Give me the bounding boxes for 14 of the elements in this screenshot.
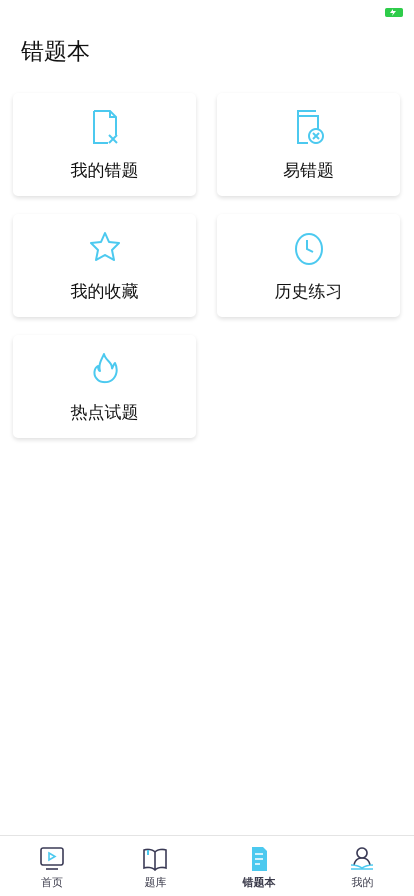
video-screen-icon <box>38 846 65 872</box>
book-icon <box>142 846 168 872</box>
battery-icon <box>385 8 403 17</box>
tab-bar-item[interactable]: 题库 <box>104 836 207 896</box>
person-reading-icon <box>349 846 376 872</box>
category-card[interactable]: 历史练习 <box>217 214 400 317</box>
category-card[interactable]: 我的收藏 <box>13 214 196 317</box>
tab-bar-item[interactable]: 首页 <box>0 836 104 896</box>
tab-bar-item[interactable]: 我的 <box>310 836 414 896</box>
tab-bar-item[interactable]: 错题本 <box>207 836 310 896</box>
page-title: 错题本 <box>21 38 90 67</box>
category-card[interactable]: 我的错题 <box>13 93 196 196</box>
category-card[interactable]: 热点试题 <box>13 335 196 438</box>
category-card[interactable]: 易错题 <box>217 93 400 196</box>
